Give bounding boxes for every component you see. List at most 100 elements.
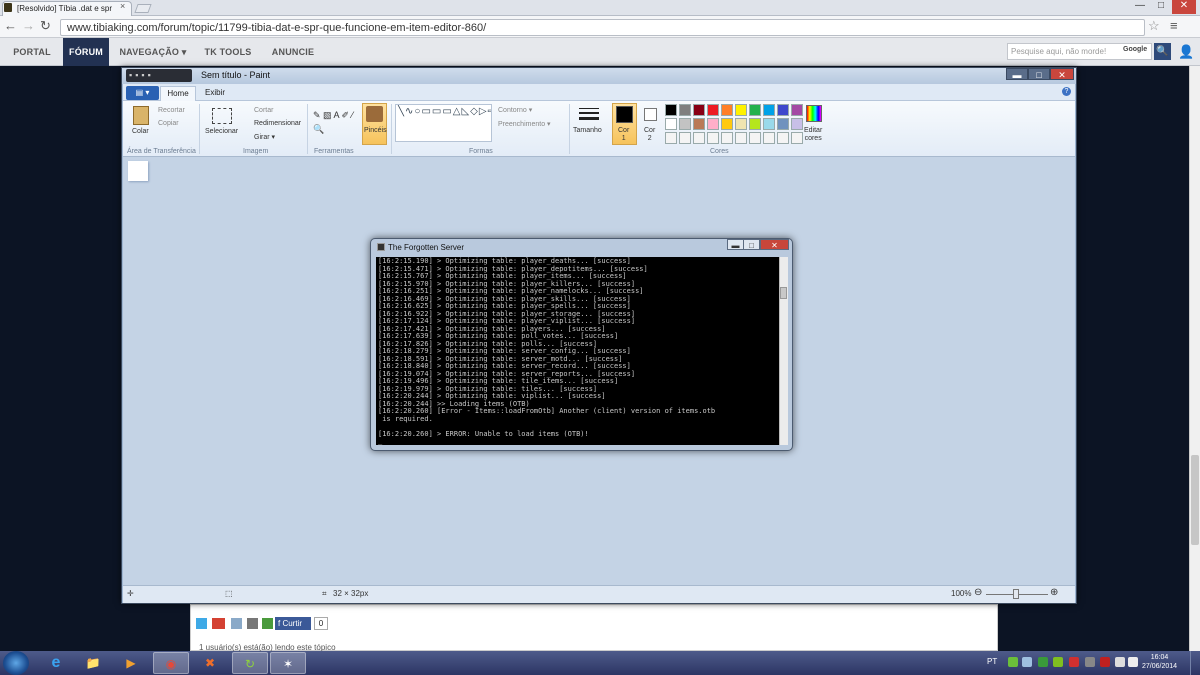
address-bar[interactable]: www.tibiaking.com/forum/topic/11799-tibi… [60, 19, 1145, 36]
palette-color-swatch[interactable] [665, 104, 677, 116]
copy-button[interactable]: Copiar [158, 120, 179, 127]
palette-color-swatch[interactable] [735, 118, 747, 130]
bookmark-star-icon[interactable]: ☆ [1148, 18, 1160, 34]
paste-icon[interactable] [133, 106, 149, 125]
tab-exibir[interactable]: Exibir [200, 86, 230, 100]
download-icon[interactable] [262, 618, 273, 629]
nav-navegacao[interactable]: NAVEGAÇÃO ▾ [118, 38, 188, 66]
xampp-icon[interactable]: ✖ [192, 652, 228, 674]
file-explorer-icon[interactable]: 📁 [75, 652, 111, 674]
clock[interactable]: 16:04 27/06/2014 [1142, 653, 1177, 671]
back-icon[interactable]: ← [4, 18, 17, 33]
custom-color-slot[interactable] [749, 132, 761, 144]
search-icon[interactable]: 🔍 [1154, 43, 1171, 60]
palette-color-swatch[interactable] [665, 118, 677, 130]
tray-icon[interactable] [1069, 657, 1079, 667]
tray-icon[interactable] [1053, 657, 1063, 667]
palette-color-swatch[interactable] [707, 104, 719, 116]
console-scroll-thumb[interactable] [780, 287, 787, 299]
language-indicator[interactable]: PT [987, 657, 997, 666]
custom-color-slot[interactable] [763, 132, 775, 144]
email-icon[interactable] [231, 618, 242, 629]
tab-close-icon[interactable]: × [120, 1, 125, 11]
console-close-button[interactable]: ✕ [760, 239, 789, 250]
chrome-icon[interactable]: ◉ [153, 652, 189, 674]
palette-color-swatch[interactable] [749, 118, 761, 130]
custom-color-slot[interactable] [777, 132, 789, 144]
palette-color-swatch[interactable] [777, 104, 789, 116]
google-plus-icon[interactable] [212, 618, 225, 629]
edit-colors-button[interactable]: Editar cores [804, 127, 822, 143]
print-icon[interactable] [247, 618, 258, 629]
fill-button[interactable]: Preenchimento ▾ [498, 120, 551, 128]
chrome-menu-icon[interactable]: ≡ [1170, 18, 1178, 33]
tray-icon[interactable] [1008, 657, 1018, 667]
custom-color-slot[interactable] [693, 132, 705, 144]
palette-color-swatch[interactable] [777, 118, 789, 130]
color2-swatch[interactable] [644, 108, 657, 121]
tray-icon[interactable] [1100, 657, 1110, 667]
paint-maximize-button[interactable]: □ [1028, 68, 1050, 80]
forgotten-server-taskbar-icon[interactable]: ✶ [270, 652, 306, 674]
nav-forum[interactable]: FÓRUM [63, 38, 109, 66]
reload-icon[interactable]: ↻ [40, 18, 51, 34]
custom-color-slot[interactable] [707, 132, 719, 144]
zoom-out-icon[interactable]: ⊖ [974, 587, 982, 598]
palette-color-swatch[interactable] [679, 104, 691, 116]
paint-file-menu-button[interactable]: ▤ ▾ [126, 86, 159, 100]
tray-icon[interactable] [1085, 657, 1095, 667]
forward-icon[interactable]: → [22, 18, 35, 33]
browser-tab[interactable]: [Resolvido] Tíbia .dat e spr [2, 1, 132, 16]
volume-icon[interactable] [1128, 657, 1138, 667]
outline-button[interactable]: Contorno ▾ [498, 106, 532, 114]
page-scroll-thumb[interactable] [1191, 455, 1199, 545]
crop-button[interactable]: Cortar [254, 107, 273, 114]
taskbar-app-icon[interactable] [308, 652, 344, 674]
facebook-like-button[interactable]: f Curtir [275, 617, 311, 630]
zoom-in-icon[interactable]: ⊕ [1050, 587, 1058, 598]
tools-icons[interactable]: ✎ ▧ A ✐ ⁄ 🔍 [313, 108, 357, 136]
edit-colors-icon[interactable] [806, 105, 822, 122]
select-button[interactable]: Selecionar [205, 128, 238, 135]
nav-anuncie[interactable]: ANUNCIE [268, 38, 318, 66]
palette-color-swatch[interactable] [763, 118, 775, 130]
tray-icon[interactable] [1038, 657, 1048, 667]
palette-color-swatch[interactable] [679, 118, 691, 130]
palette-color-swatch[interactable] [735, 104, 747, 116]
shapes-gallery[interactable]: ╲∿○▭▭▭△◺◇▷⇨⇧⇩☆☆☆▢◯◯♡ [395, 104, 492, 142]
help-icon[interactable]: ? [1062, 87, 1071, 96]
palette-color-swatch[interactable] [721, 104, 733, 116]
twitter-icon[interactable] [196, 618, 207, 629]
browser-maximize-button[interactable]: □ [1151, 0, 1171, 14]
paint-quick-access-toolbar[interactable]: ▪▪▪▪ [126, 69, 192, 82]
console-minimize-button[interactable]: ▬ [727, 239, 744, 250]
tray-icon[interactable] [1022, 657, 1032, 667]
palette-color-swatch[interactable] [721, 118, 733, 130]
paint-minimize-button[interactable]: ▬ [1006, 68, 1028, 80]
palette-color-swatch[interactable] [791, 118, 803, 130]
media-player-icon[interactable]: ▶ [113, 652, 149, 674]
palette-color-swatch[interactable] [707, 118, 719, 130]
palette-color-swatch[interactable] [791, 104, 803, 116]
rotate-button[interactable]: Girar ▾ [254, 133, 275, 141]
nav-portal[interactable]: PORTAL [10, 38, 54, 66]
paint-close-button[interactable]: ✕ [1050, 68, 1074, 80]
console-maximize-button[interactable]: □ [743, 239, 760, 250]
browser-minimize-button[interactable]: — [1130, 0, 1150, 14]
console-scrollbar[interactable] [779, 257, 788, 445]
custom-color-slot[interactable] [791, 132, 803, 144]
palette-color-swatch[interactable] [693, 118, 705, 130]
custom-color-slot[interactable] [721, 132, 733, 144]
paint-canvas[interactable] [128, 161, 148, 181]
network-icon[interactable] [1115, 657, 1125, 667]
user-icon[interactable]: 👤 [1178, 44, 1194, 60]
resize-button[interactable]: Redimensionar [254, 120, 301, 127]
palette-color-swatch[interactable] [749, 104, 761, 116]
size-button[interactable]: Tamanho [573, 127, 602, 134]
palette-color-swatch[interactable] [693, 104, 705, 116]
select-icon[interactable] [212, 108, 232, 124]
start-button[interactable] [3, 651, 29, 675]
internet-explorer-icon[interactable]: e [38, 652, 74, 674]
browser-close-button[interactable]: ✕ [1172, 0, 1196, 14]
paste-button[interactable]: Colar [132, 128, 149, 135]
